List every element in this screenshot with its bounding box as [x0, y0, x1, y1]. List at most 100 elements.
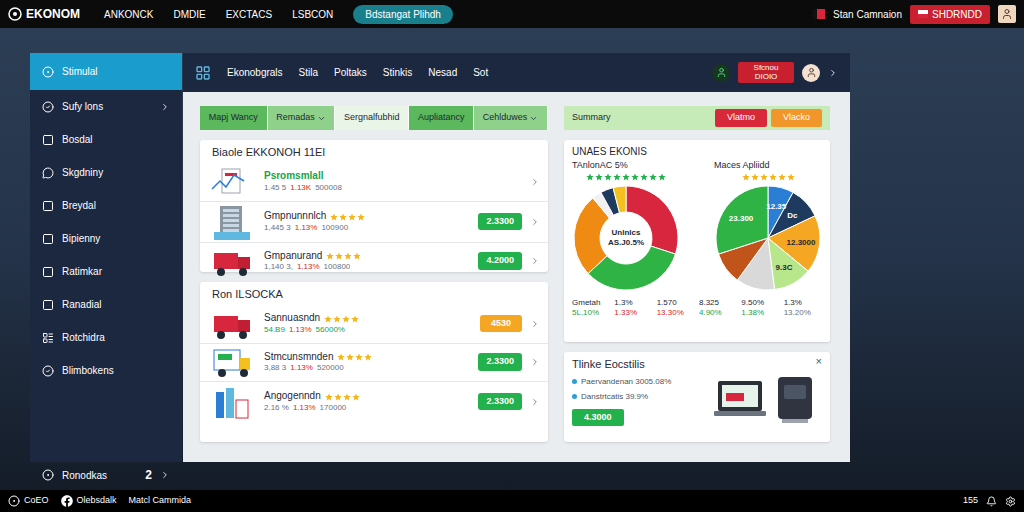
filter-tab[interactable]: Sergnalfubhid [335, 106, 409, 130]
avatar[interactable] [802, 64, 820, 82]
panel-content: Mapj WancyRemadasSergnalfubhidAupliatanc… [183, 92, 850, 462]
star-icon [333, 315, 341, 323]
stock-row[interactable]: Gmpanurand1,140 3,1.13%100800 4.2000 [200, 242, 548, 280]
filter-tab[interactable]: Cehlduwes [474, 106, 548, 130]
sidebar-label: Rotchidra [62, 330, 170, 345]
stock-row[interactable]: Psromsmlall1.45 51.13K500008 [200, 163, 548, 201]
value-pill[interactable]: 4530 [480, 315, 522, 333]
promo-button[interactable]: 4.3000 [572, 409, 624, 427]
sidebar-item[interactable]: Breydal [30, 189, 182, 222]
status-item[interactable]: Olebsdalk [61, 494, 117, 508]
stat-top: Gmetah [572, 298, 610, 308]
value-pill[interactable]: 4.2000 [478, 252, 522, 270]
avatar[interactable] [998, 5, 1016, 23]
stock-row[interactable]: Sannuasndn54.B91.13%56000%4530 [200, 305, 548, 343]
value-pill[interactable]: 2.3300 [478, 353, 522, 371]
sidebar-label: Bipienny [62, 231, 170, 246]
top-nav-item[interactable]: LSBCON [292, 7, 333, 22]
sidebar-item[interactable]: Rotchidra [30, 321, 182, 354]
filter-tab[interactable]: Aupliatancy [409, 106, 474, 130]
stat-cell: 1.3%1.33% [614, 298, 652, 319]
stock-row[interactable]: Angogenndn2.16 %1.13%170000 2.3300 [200, 381, 548, 422]
sidebar-item[interactable]: Blimbokens [30, 354, 182, 387]
bell-icon[interactable] [986, 496, 997, 507]
stat-cell: 1.57013.30% [657, 298, 695, 319]
promo-side: × [712, 356, 822, 442]
row-stats: 1,140 3,1.13%100800 [264, 262, 470, 272]
header-tab[interactable]: Nesad [428, 65, 457, 80]
row-title: Angogenndn [264, 390, 470, 403]
sidebar-item[interactable]: Sufy lons [30, 90, 182, 123]
status-count: 155 [963, 494, 978, 508]
sidebar-item[interactable]: Stimulal [30, 53, 182, 90]
footer-count: 2 [145, 466, 152, 484]
app: EKONOM ANKONCK DMDIE EXCTACS LSBCON Bdstangat… [0, 0, 1024, 512]
chart-wrap: UnlnlcsAS.J0.5% [572, 184, 680, 292]
stock-row[interactable]: Stmcunsmnden3,88 31.13%5200002.3300 [200, 343, 548, 381]
chevron-icon[interactable] [530, 217, 540, 227]
top-nav-item[interactable]: EXCTACS [226, 7, 273, 22]
header-tab[interactable]: Ekonobgrals [227, 65, 283, 80]
chevron-icon[interactable] [530, 319, 540, 329]
sidebar-item[interactable]: Ranadial [30, 288, 182, 321]
stars [326, 252, 361, 260]
sidebar-column: StimulalSufy lons Bosdal SkgdninyBreydal Bi… [30, 53, 182, 490]
value-pill[interactable]: 2.3300 [478, 213, 522, 231]
settings-icon[interactable] [1005, 496, 1016, 507]
summary-button[interactable]: Vlatmo [715, 109, 767, 127]
stars [325, 393, 360, 401]
row-stats: 1,445 31.13%100900 [264, 223, 470, 233]
sidebar-item[interactable]: Bipienny [30, 222, 182, 255]
header-tab[interactable]: Poltaks [334, 65, 367, 80]
chevron-icon[interactable] [530, 177, 540, 187]
top-nav-item[interactable]: ANKONCK [104, 7, 153, 22]
avatar[interactable] [712, 64, 730, 82]
grid-icon[interactable] [195, 65, 211, 81]
chevron-icon[interactable] [530, 357, 540, 367]
header-tab[interactable]: Sot [473, 65, 488, 80]
sidebar-label: Blimbokens [62, 363, 170, 378]
status-text[interactable]: Matcl Cammida [129, 494, 192, 508]
star-icon [344, 252, 352, 260]
chevron-icon[interactable] [530, 256, 540, 266]
star-icon [346, 353, 354, 361]
sidebar-label: Ranadial [62, 297, 170, 312]
segment-label: 23.300 [729, 214, 754, 223]
dropdown-icon [529, 114, 538, 123]
top-nav-item[interactable]: DMDIE [173, 7, 205, 22]
header-button[interactable]: Sfcnou DIOIO [738, 62, 794, 84]
chevron-icon[interactable] [530, 397, 540, 407]
row-stat: 1.13% [297, 262, 320, 272]
background-photo: StimulalSufy lons Bosdal SkgdninyBreydal Bi… [0, 28, 1024, 490]
filter-tab[interactable]: Remadas [268, 106, 336, 130]
sidebar-footer[interactable]: Ronodkas2 [30, 462, 182, 486]
filter-tab[interactable]: Mapj Wancy [200, 106, 268, 130]
row-name: Gmpanurand [264, 250, 322, 263]
top-nav-pill[interactable]: Bdstangat Plihdh [353, 5, 453, 24]
row-stats: 54.B91.13%56000% [264, 325, 472, 335]
sidebar-label: Bosdal [62, 132, 170, 147]
close-button[interactable]: × [816, 356, 822, 367]
stock-row[interactable]: Gmpnunnnlch1,445 31.13%1009002.3300 [200, 201, 548, 242]
user-name[interactable]: Stan Camnaion [833, 7, 902, 22]
row-text: Angogenndn2.16 %1.13%170000 [264, 390, 470, 413]
sidebar-item[interactable]: Bosdal [30, 123, 182, 156]
brand[interactable]: EKONOM [8, 5, 80, 23]
row-icon [208, 202, 256, 242]
value-pill[interactable]: 2.3300 [478, 393, 522, 411]
header-tab[interactable]: Stinkis [383, 65, 412, 80]
summary-button[interactable]: Vlacko [771, 109, 822, 127]
sidebar-item-icon [42, 332, 54, 344]
status-right: 155 [963, 494, 1016, 508]
sidebar-item[interactable]: Skgdniny [30, 156, 182, 189]
row-stat: 100900 [321, 223, 348, 233]
stat-top: 8.325 [699, 298, 737, 308]
top-button[interactable]: SHDRNDD [910, 5, 990, 24]
bullet-icon [572, 394, 577, 399]
top-bar: EKONOM ANKONCK DMDIE EXCTACS LSBCON Bdstangat… [0, 0, 1024, 28]
status-item[interactable]: CoEO [8, 494, 49, 508]
chevron-icon[interactable] [828, 68, 838, 78]
card-rows: Sannuasndn54.B91.13%56000%4530Stmcunsmnd… [200, 305, 548, 422]
header-tab[interactable]: Stila [299, 65, 318, 80]
sidebar-item[interactable]: Ratimkar [30, 255, 182, 288]
